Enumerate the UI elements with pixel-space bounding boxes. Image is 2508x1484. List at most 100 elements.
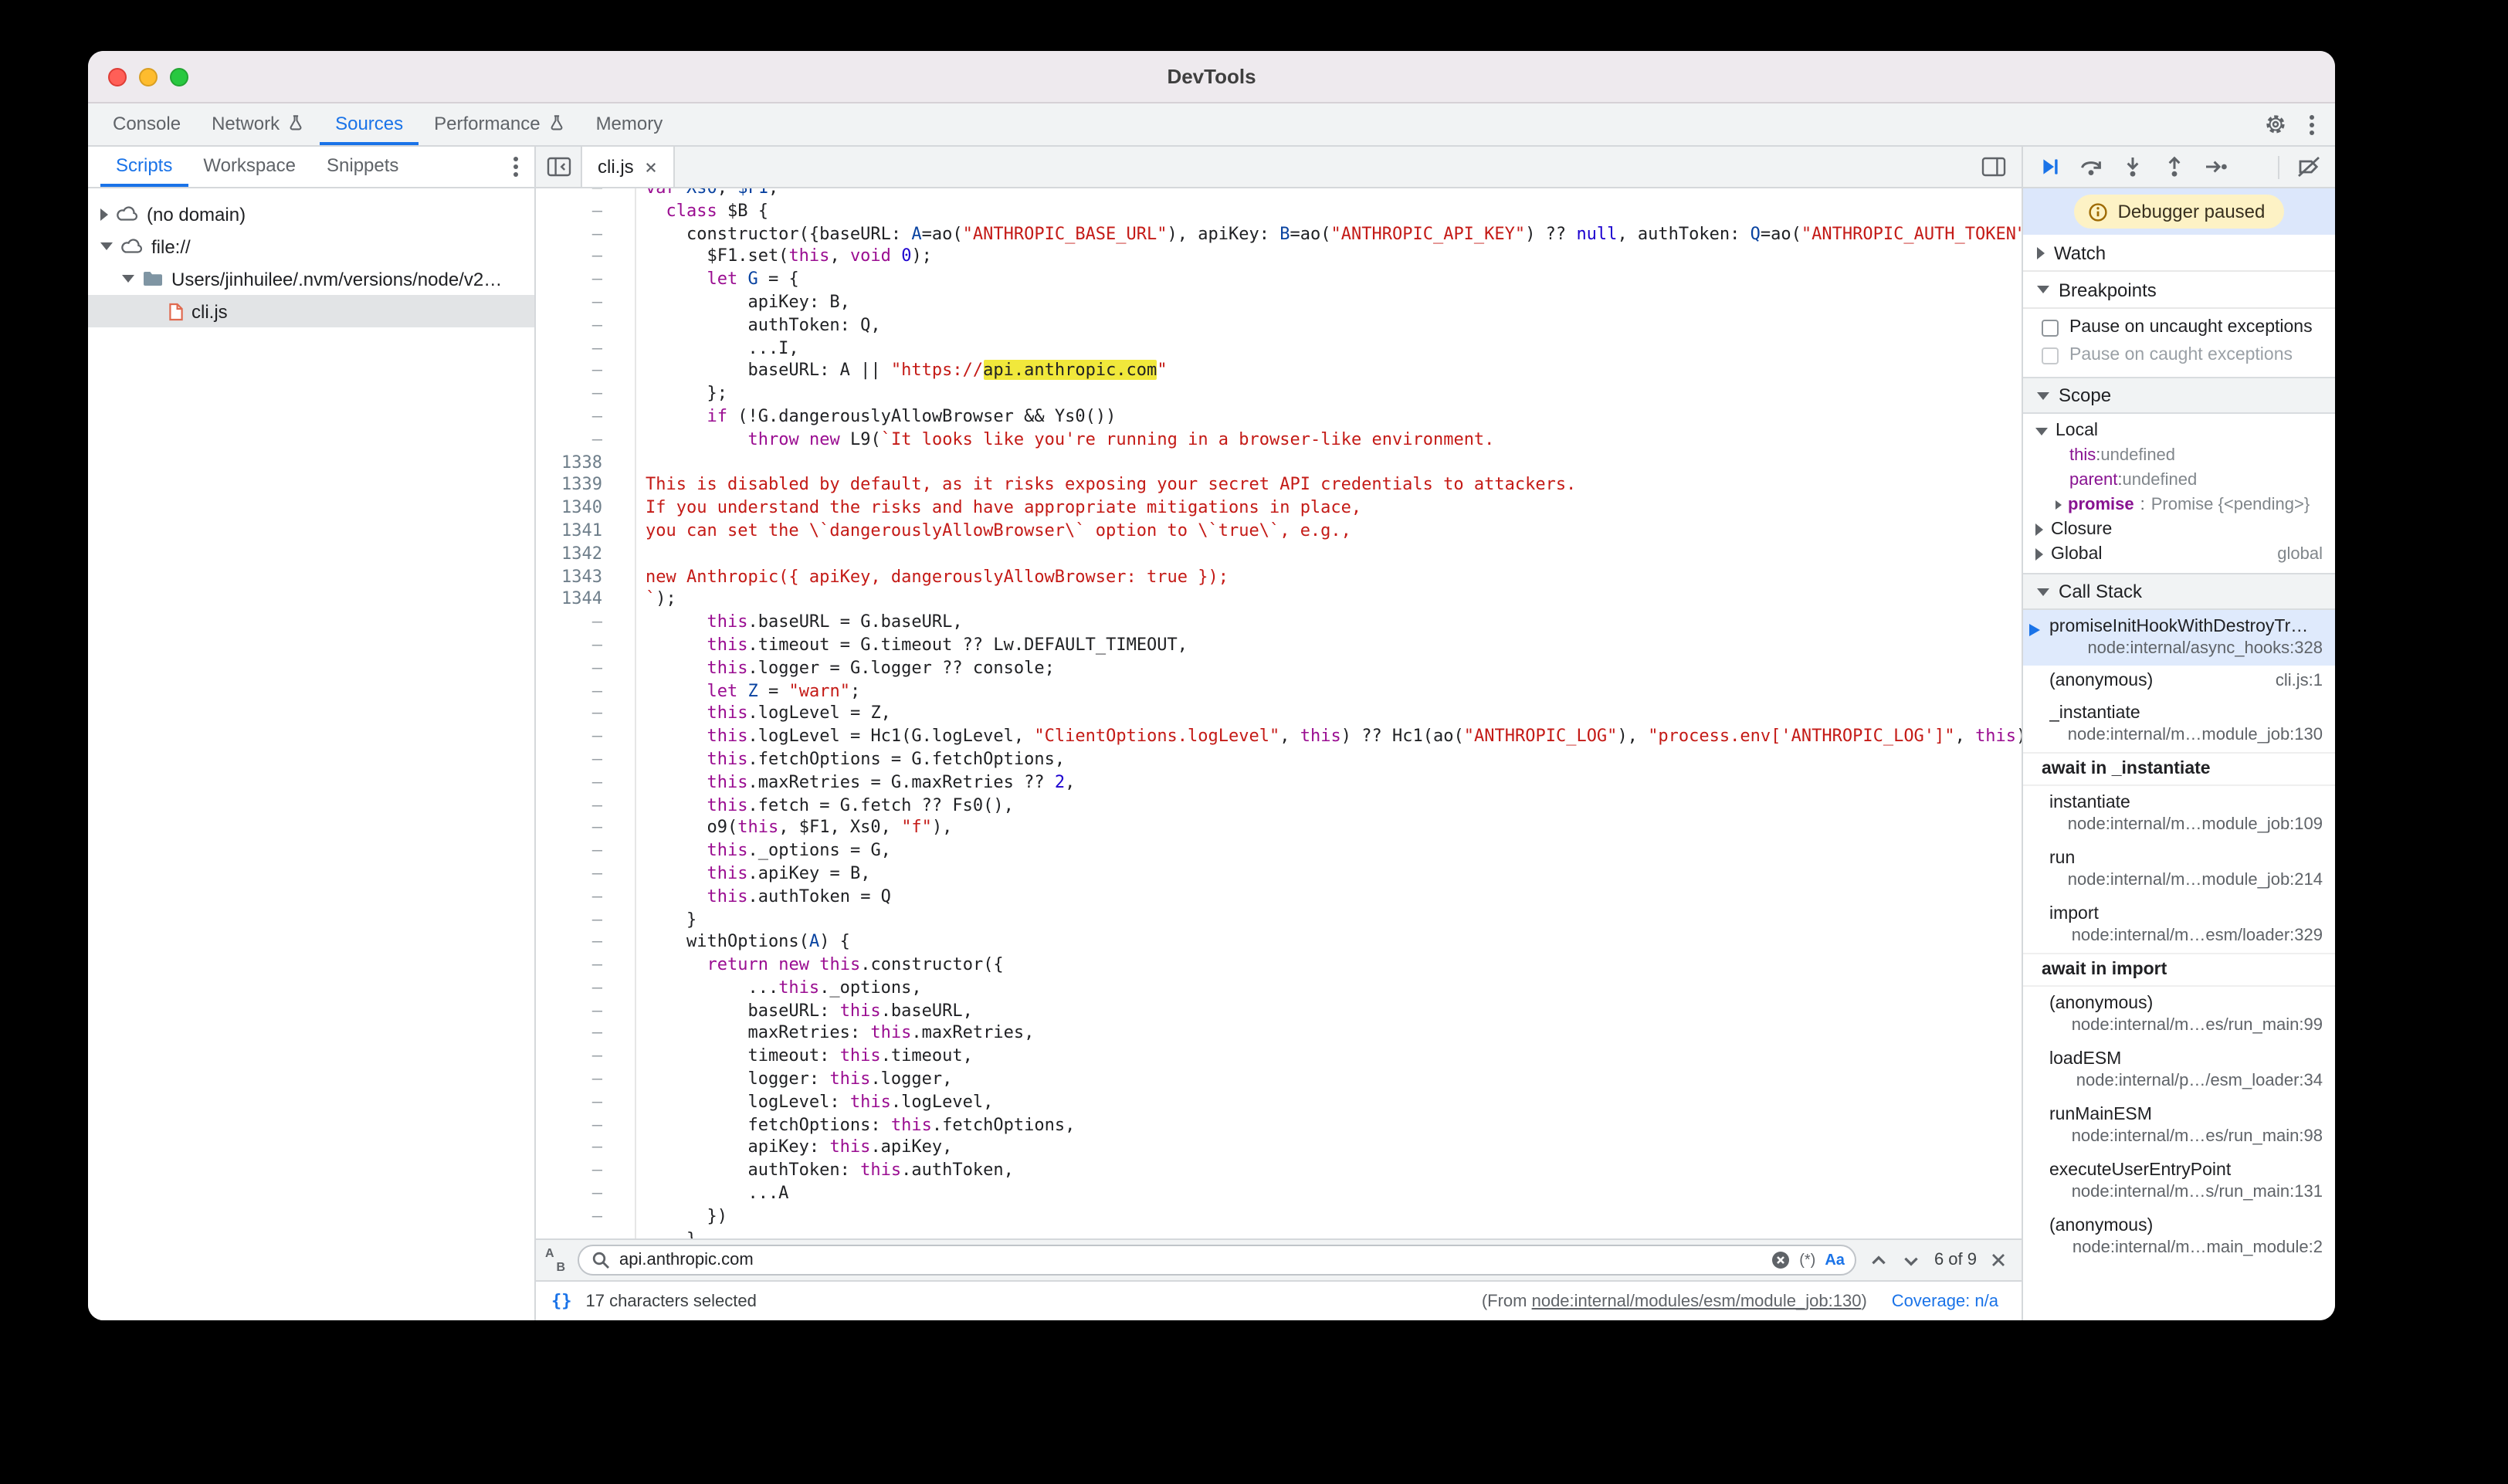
line-number[interactable]: –: [536, 840, 636, 863]
line-number[interactable]: –: [536, 886, 636, 909]
close-window-button[interactable]: [108, 68, 127, 86]
search-input[interactable]: api.anthropic.com (*) Aa: [578, 1245, 1857, 1276]
line-number[interactable]: –: [536, 201, 636, 224]
line-number[interactable]: –: [536, 1092, 636, 1115]
stack-frame[interactable]: (anonymous)node:internal/m…main_module:2: [2023, 1209, 2335, 1265]
disclosure-triangle-icon[interactable]: [2035, 548, 2043, 561]
stack-frame[interactable]: (anonymous)node:internal/m…es/run_main:9…: [2023, 987, 2335, 1042]
checkbox-icon[interactable]: [2042, 347, 2059, 364]
step-out-button[interactable]: [2162, 154, 2187, 179]
disclosure-triangle-icon[interactable]: [2056, 500, 2062, 510]
line-number[interactable]: 1344: [536, 589, 636, 612]
line-number[interactable]: –: [536, 680, 636, 703]
scope-variable[interactable]: parent: undefined: [2023, 468, 2335, 493]
regex-toggle[interactable]: (*): [1799, 1252, 1815, 1269]
resume-execution-button[interactable]: [2037, 154, 2062, 179]
scope-section-header[interactable]: Scope: [2023, 377, 2335, 414]
disclosure-triangle-icon[interactable]: [122, 275, 134, 283]
close-tab-icon[interactable]: [645, 160, 659, 174]
line-number[interactable]: 1342: [536, 544, 636, 567]
next-match-button[interactable]: [1902, 1250, 1922, 1270]
line-number[interactable]: –: [536, 1000, 636, 1023]
line-number[interactable]: –: [536, 863, 636, 886]
step-into-button[interactable]: [2120, 154, 2145, 179]
line-number[interactable]: –: [536, 726, 636, 749]
disclosure-triangle-icon[interactable]: [100, 242, 113, 250]
line-number[interactable]: –: [536, 188, 636, 201]
callstack-section-header[interactable]: Call Stack: [2023, 573, 2335, 610]
line-number[interactable]: –: [536, 635, 636, 658]
line-number[interactable]: –: [536, 1023, 636, 1046]
line-number[interactable]: –: [536, 406, 636, 429]
code-editor[interactable]: –var Xs0, $F1;– class $B {– constructor(…: [536, 188, 2022, 1238]
line-number[interactable]: –: [536, 337, 636, 361]
line-number[interactable]: 1343: [536, 566, 636, 589]
tab-scripts[interactable]: Scripts: [100, 147, 188, 187]
minimize-window-button[interactable]: [139, 68, 158, 86]
tree-item-node-folder[interactable]: Users/jinhuilee/.nvm/versions/node/v2…: [88, 263, 534, 295]
line-number[interactable]: –: [536, 977, 636, 1001]
chevron-right-icon[interactable]: [2037, 246, 2045, 259]
line-number[interactable]: –: [536, 383, 636, 406]
tab-snippets[interactable]: Snippets: [311, 147, 414, 187]
line-number[interactable]: 1340: [536, 497, 636, 520]
module-link[interactable]: node:internal/modules/esm/module_job:130: [1532, 1292, 1862, 1310]
stack-frame[interactable]: instantiatenode:internal/m…module_job:10…: [2023, 786, 2335, 842]
clear-search-icon[interactable]: [1771, 1251, 1790, 1269]
tab-performance[interactable]: Performance: [419, 103, 580, 145]
deactivate-breakpoints-button[interactable]: [2296, 154, 2321, 179]
disclosure-triangle-icon[interactable]: [2035, 523, 2043, 536]
line-number[interactable]: –: [536, 1228, 636, 1238]
line-number[interactable]: –: [536, 795, 636, 818]
line-number[interactable]: 1341: [536, 520, 636, 544]
scope-group-global[interactable]: Globalglobal: [2023, 542, 2335, 567]
line-number[interactable]: –: [536, 1046, 636, 1069]
line-number[interactable]: –: [536, 246, 636, 269]
format-code-icon[interactable]: {}: [551, 1291, 572, 1311]
line-number[interactable]: –: [536, 361, 636, 384]
line-number[interactable]: –: [536, 1069, 636, 1092]
watch-section-header[interactable]: Watch: [2023, 235, 2335, 272]
stack-frame[interactable]: _instantiatenode:internal/m…module_job:1…: [2023, 696, 2335, 752]
line-number[interactable]: –: [536, 749, 636, 772]
tab-network[interactable]: Network: [196, 103, 320, 145]
line-number[interactable]: –: [536, 657, 636, 680]
settings-gear-icon[interactable]: [2264, 113, 2287, 136]
line-number[interactable]: –: [536, 429, 636, 452]
coverage-link[interactable]: Coverage: n/a: [1892, 1292, 1998, 1310]
line-number[interactable]: –: [536, 315, 636, 338]
disclosure-triangle-icon[interactable]: [100, 208, 108, 220]
line-number[interactable]: –: [536, 1160, 636, 1184]
breakpoints-section-header[interactable]: Breakpoints: [2023, 272, 2335, 309]
tree-item-file-scheme[interactable]: file://: [88, 230, 534, 263]
line-number[interactable]: 1338: [536, 452, 636, 475]
navigator-more-kebab-icon[interactable]: [513, 156, 519, 178]
step-over-button[interactable]: [2079, 154, 2103, 179]
line-number[interactable]: –: [536, 292, 636, 315]
toggle-debugger-panel-icon[interactable]: [1981, 147, 2022, 187]
breakpoint-option[interactable]: Pause on caught exceptions: [2023, 341, 2335, 369]
line-number[interactable]: –: [536, 1114, 636, 1137]
chevron-down-icon[interactable]: [2037, 286, 2049, 293]
disclosure-triangle-icon[interactable]: [2035, 427, 2048, 435]
tree-item-no-domain[interactable]: (no domain): [88, 198, 534, 230]
line-number[interactable]: –: [536, 1137, 636, 1160]
toggle-navigator-panel-icon[interactable]: [536, 147, 582, 187]
line-number[interactable]: –: [536, 703, 636, 727]
line-number[interactable]: –: [536, 612, 636, 635]
line-number[interactable]: 1339: [536, 475, 636, 498]
stack-frame[interactable]: runMainESMnode:internal/m…es/run_main:98: [2023, 1098, 2335, 1154]
line-number[interactable]: –: [536, 1183, 636, 1206]
line-number[interactable]: –: [536, 1206, 636, 1229]
stack-frame[interactable]: loadESMnode:internal/p…/esm_loader:34: [2023, 1042, 2335, 1098]
line-number[interactable]: –: [536, 954, 636, 977]
stack-frame[interactable]: (anonymous)cli.js:1: [2023, 666, 2335, 696]
chevron-down-icon[interactable]: [2037, 588, 2049, 595]
stack-frame[interactable]: importnode:internal/m…esm/loader:329: [2023, 897, 2335, 953]
chevron-down-icon[interactable]: [2037, 391, 2049, 399]
tab-workspace[interactable]: Workspace: [188, 147, 311, 187]
tab-console[interactable]: Console: [97, 103, 196, 145]
tab-sources[interactable]: Sources: [320, 103, 419, 145]
replace-toggle-icon[interactable]: AB: [545, 1248, 565, 1272]
scope-variable[interactable]: this: undefined: [2023, 443, 2335, 468]
